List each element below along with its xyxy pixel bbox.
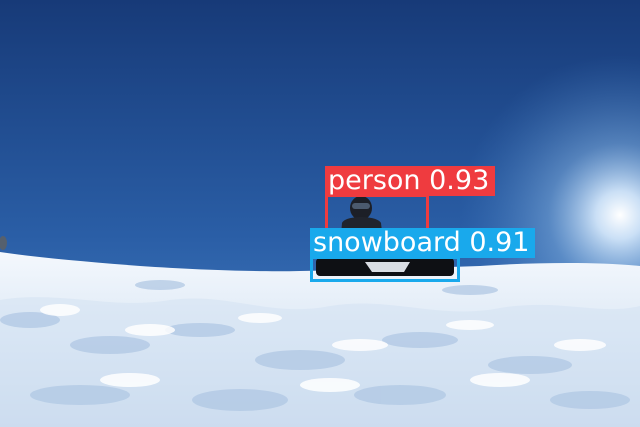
photo-scene bbox=[0, 0, 640, 427]
snowboard-detection-label: snowboard 0.91 bbox=[310, 228, 536, 258]
person-detection-label: person 0.93 bbox=[325, 166, 496, 196]
snowboard-bounding-box bbox=[310, 256, 460, 282]
